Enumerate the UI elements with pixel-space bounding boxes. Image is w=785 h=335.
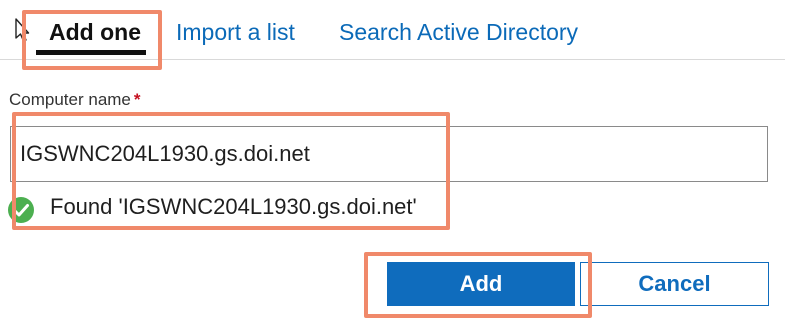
tab-divider (0, 59, 785, 60)
checkmark-circle-icon (8, 197, 34, 223)
tab-import-a-list[interactable]: Import a list (176, 14, 295, 50)
tab-search-active-directory[interactable]: Search Active Directory (339, 14, 578, 50)
validation-message: Found 'IGSWNC204L1930.gs.doi.net' (50, 194, 417, 219)
computer-name-label: Computer name * (9, 90, 141, 110)
tab-import-label: Import a list (176, 19, 295, 45)
tab-add-one[interactable]: Add one (49, 14, 141, 50)
computer-name-label-text: Computer name (9, 90, 131, 109)
cancel-button[interactable]: Cancel (580, 262, 769, 306)
required-marker: * (133, 90, 141, 109)
tab-add-one-label: Add one (49, 19, 141, 45)
tab-search-label: Search Active Directory (339, 19, 579, 45)
mouse-pointer-icon (15, 18, 30, 42)
computer-name-input[interactable] (10, 126, 768, 182)
active-tab-indicator (36, 50, 146, 55)
add-button[interactable]: Add (387, 262, 575, 306)
